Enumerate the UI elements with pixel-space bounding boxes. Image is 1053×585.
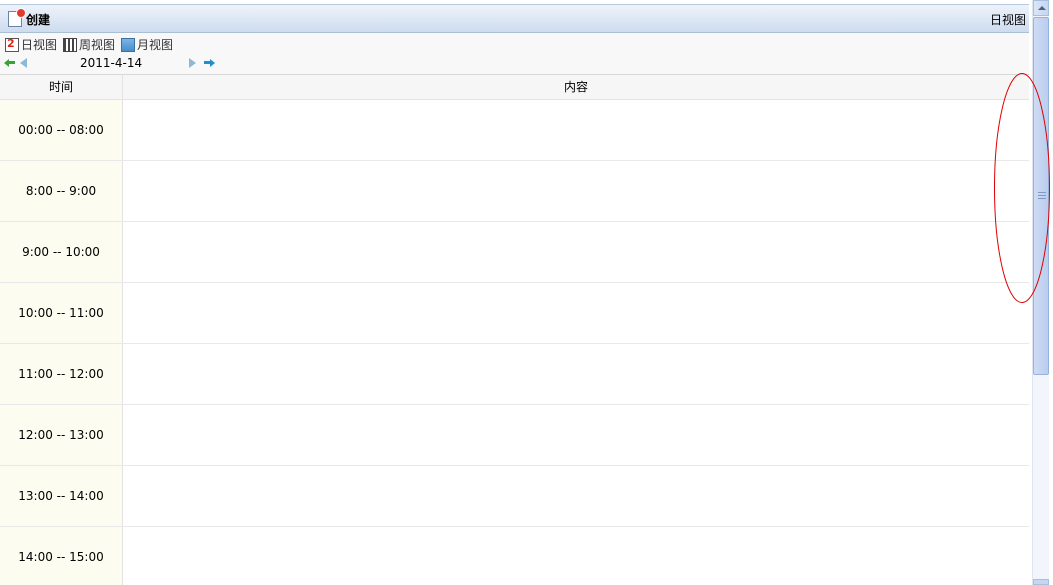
time-column-header: 时间 — [0, 75, 123, 99]
time-slot-label: 11:00 -- 12:00 — [0, 344, 123, 404]
table-row: 9:00 -- 10:00 — [0, 222, 1029, 283]
date-navigation: 2011-4-14 — [4, 56, 234, 70]
time-slot-label: 12:00 -- 13:00 — [0, 405, 123, 465]
current-view-title: 日视图 — [989, 13, 1026, 27]
month-view-label: 月视图 — [137, 38, 174, 52]
time-slot-content[interactable] — [123, 100, 1029, 160]
new-document-icon — [8, 8, 26, 27]
previous-day-arrow-icon[interactable] — [20, 58, 31, 68]
create-label: 创建 — [26, 12, 51, 27]
table-row: 10:00 -- 11:00 — [0, 283, 1029, 344]
current-date: 2011-4-14 — [80, 56, 143, 70]
table-row: 12:00 -- 13:00 — [0, 405, 1029, 466]
create-button[interactable]: 创建 — [8, 8, 51, 28]
time-slot-label: 8:00 -- 9:00 — [0, 161, 123, 221]
week-view-label: 周视图 — [79, 38, 116, 52]
scroll-down-arrow-icon[interactable] — [1033, 579, 1049, 585]
time-slot-content[interactable] — [123, 222, 1029, 282]
table-row: 13:00 -- 14:00 — [0, 466, 1029, 527]
month-view-button[interactable]: 月视图 — [121, 36, 173, 53]
view-switcher: 日视图 周视图 月视图 — [5, 36, 173, 53]
scroll-up-arrow-icon[interactable] — [1033, 0, 1049, 16]
time-slot-content[interactable] — [123, 344, 1029, 404]
month-view-icon — [121, 37, 136, 52]
table-row: 11:00 -- 12:00 — [0, 344, 1029, 405]
red-ellipse-annotation — [994, 73, 1050, 303]
week-view-button[interactable]: 周视图 — [63, 36, 115, 53]
schedule-table: 时间 内容 00:00 -- 08:00 8:00 -- 9:00 9:00 -… — [0, 75, 1029, 585]
time-slot-label: 10:00 -- 11:00 — [0, 283, 123, 343]
time-slot-label: 9:00 -- 10:00 — [0, 222, 123, 282]
table-row: 00:00 -- 08:00 — [0, 100, 1029, 161]
table-row: 14:00 -- 15:00 — [0, 527, 1029, 585]
time-slot-content[interactable] — [123, 283, 1029, 343]
table-row: 8:00 -- 9:00 — [0, 161, 1029, 222]
time-slot-label: 13:00 -- 14:00 — [0, 466, 123, 526]
week-view-icon — [63, 37, 78, 52]
day-view-button[interactable]: 日视图 — [5, 36, 57, 53]
next-period-arrow-icon[interactable] — [204, 58, 215, 67]
annotation-ellipse — [994, 73, 1050, 303]
time-slot-label: 00:00 -- 08:00 — [0, 100, 123, 160]
time-slot-content[interactable] — [123, 527, 1029, 585]
time-slot-content[interactable] — [123, 466, 1029, 526]
time-slot-content[interactable] — [123, 405, 1029, 465]
toolbar: 日视图 周视图 月视图 2011-4-14 — [0, 33, 1029, 75]
next-day-arrow-icon[interactable] — [187, 58, 198, 68]
title-bar: 创建 日视图 — [0, 4, 1029, 33]
previous-period-arrow-icon[interactable] — [4, 58, 15, 67]
calendar-day-view: 创建 日视图 日视图 周视图 月视图 2011-4-14 — [0, 0, 1053, 585]
time-slot-label: 14:00 -- 15:00 — [0, 527, 123, 585]
content-column-header: 内容 — [563, 80, 588, 94]
time-slot-content[interactable] — [123, 161, 1029, 221]
table-header: 时间 内容 — [0, 75, 1029, 100]
day-view-label: 日视图 — [21, 38, 58, 52]
day-view-icon — [5, 37, 19, 52]
